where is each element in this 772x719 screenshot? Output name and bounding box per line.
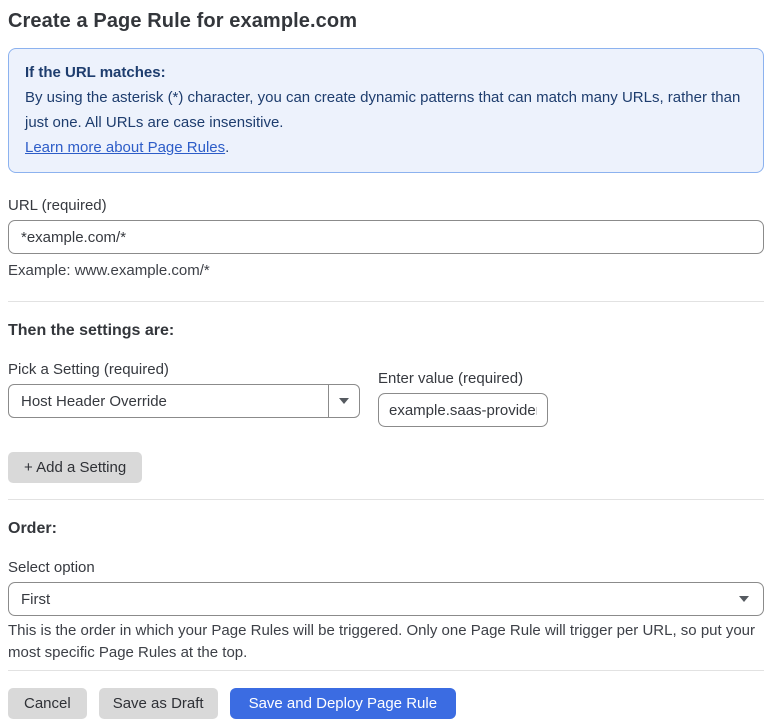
url-field-label: URL (required): [8, 197, 107, 214]
footer-buttons: Cancel Save as Draft Save and Deploy Pag…: [8, 688, 764, 719]
setting-value-input[interactable]: [378, 393, 548, 427]
pick-setting-group: Pick a Setting (required) Host Header Ov…: [8, 361, 360, 418]
save-and-deploy-button[interactable]: Save and Deploy Page Rule: [229, 688, 457, 719]
cancel-button[interactable]: Cancel: [8, 688, 87, 719]
pick-setting-label: Pick a Setting (required): [8, 361, 169, 378]
info-box-body: By using the asterisk (*) character, you…: [25, 89, 741, 131]
order-section-heading: Order:: [8, 520, 57, 537]
order-select-wrap: First: [8, 582, 764, 616]
order-select-label: Select option: [8, 559, 95, 576]
order-helper-text: This is the order in which your Page Rul…: [8, 622, 756, 661]
enter-value-group: Enter value (required): [378, 370, 548, 427]
section-divider: [8, 301, 764, 302]
add-setting-button[interactable]: + Add a Setting: [8, 452, 143, 483]
order-selected-value: First: [21, 590, 51, 608]
pick-setting-selected-value: Host Header Override: [21, 392, 167, 410]
settings-section-heading: Then the settings are:: [8, 322, 175, 339]
create-page-rule-form: Create a Page Rule for example.com If th…: [0, 0, 772, 719]
link-suffix: .: [225, 139, 230, 156]
url-input[interactable]: [8, 220, 764, 254]
section-divider: [8, 670, 764, 671]
settings-row: Pick a Setting (required) Host Header Ov…: [8, 361, 764, 427]
save-as-draft-button[interactable]: Save as Draft: [98, 688, 218, 719]
info-box-heading: If the URL matches:: [25, 64, 166, 81]
page-title: Create a Page Rule for example.com: [8, 10, 358, 32]
chevron-down-icon: [328, 385, 359, 417]
enter-value-label: Enter value (required): [378, 370, 524, 387]
url-example-helper: Example: www.example.com/*: [8, 262, 210, 279]
learn-more-link[interactable]: Learn more about Page Rules: [25, 139, 225, 156]
info-box-link-line: Learn more about Page Rules.: [25, 135, 747, 160]
order-select[interactable]: First: [8, 582, 764, 616]
chevron-down-icon: [725, 583, 763, 615]
url-match-info-box: If the URL matches: By using the asteris…: [8, 48, 764, 173]
section-divider: [8, 499, 764, 500]
pick-setting-select[interactable]: Host Header Override: [8, 384, 360, 418]
